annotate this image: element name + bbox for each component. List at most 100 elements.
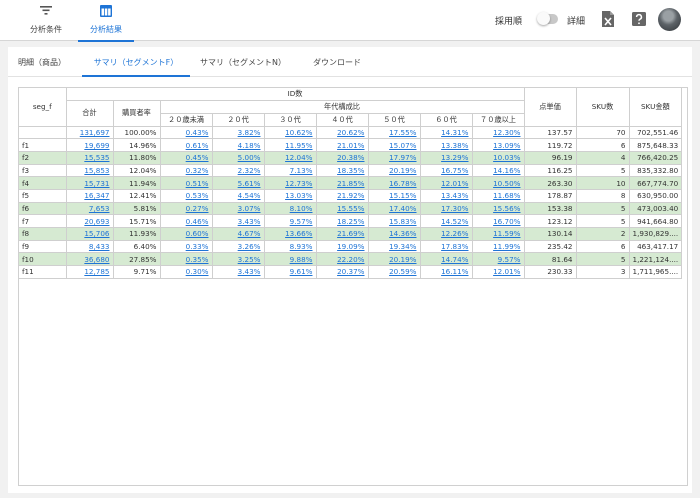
tab-analysis-conditions[interactable]: 分析条件: [18, 0, 74, 41]
cell-age-share-link[interactable]: 19.34%: [389, 242, 416, 251]
header-age-4[interactable]: ５０代: [367, 112, 421, 127]
cell-age-share-link[interactable]: 16.75%: [441, 166, 468, 175]
cell-age-share-link[interactable]: 0.32%: [186, 166, 209, 175]
cell-total-link[interactable]: 7,653: [89, 204, 110, 213]
cell-age-share-link[interactable]: 16.11%: [441, 267, 468, 276]
header-total[interactable]: 合計: [66, 100, 114, 127]
cell-age-share-link[interactable]: 17.30%: [441, 204, 468, 213]
cell-age-share-link[interactable]: 0.60%: [186, 229, 209, 238]
cell-age-share-link[interactable]: 13.09%: [493, 141, 520, 150]
cell-age-share-link[interactable]: 19.09%: [337, 242, 364, 251]
cell-age-share-link[interactable]: 15.56%: [493, 204, 520, 213]
cell-total-link[interactable]: 15,853: [84, 166, 109, 175]
cell-age-share-link[interactable]: 3.25%: [238, 255, 261, 264]
cell-age-share-link[interactable]: 10.62%: [285, 128, 312, 137]
cell-age-share-link[interactable]: 0.53%: [186, 191, 209, 200]
cell-age-share-link[interactable]: 5.61%: [238, 179, 261, 188]
cell-total-link[interactable]: 15,706: [84, 229, 109, 238]
cell-age-share-link[interactable]: 14.74%: [441, 255, 468, 264]
cell-age-share-link[interactable]: 12.01%: [441, 179, 468, 188]
cell-age-share-link[interactable]: 21.69%: [337, 229, 364, 238]
cell-age-share-link[interactable]: 16.70%: [493, 217, 520, 226]
cell-age-share-link[interactable]: 12.30%: [493, 128, 520, 137]
cell-age-share-link[interactable]: 0.33%: [186, 242, 209, 251]
cell-age-share-link[interactable]: 3.07%: [238, 204, 261, 213]
subtab-download[interactable]: ダウンロード: [300, 47, 374, 77]
cell-age-share-link[interactable]: 8.93%: [290, 242, 313, 251]
cell-age-share-link[interactable]: 12.04%: [285, 153, 312, 162]
cell-total-link[interactable]: 12,785: [84, 267, 109, 276]
cell-age-share-link[interactable]: 10.03%: [493, 153, 520, 162]
cell-age-share-link[interactable]: 9.57%: [290, 217, 313, 226]
cell-age-share-link[interactable]: 3.26%: [238, 242, 261, 251]
cell-age-share-link[interactable]: 20.37%: [337, 267, 364, 276]
user-avatar[interactable]: [658, 8, 681, 31]
help-icon[interactable]: [631, 10, 647, 28]
cell-age-share-link[interactable]: 14.31%: [441, 128, 468, 137]
cell-age-share-link[interactable]: 4.54%: [238, 191, 261, 200]
cell-age-share-link[interactable]: 15.15%: [389, 191, 416, 200]
cell-age-share-link[interactable]: 0.61%: [186, 141, 209, 150]
header-sku-count[interactable]: SKU数: [575, 88, 630, 127]
cell-age-share-link[interactable]: 11.99%: [493, 242, 520, 251]
cell-age-share-link[interactable]: 9.57%: [498, 255, 521, 264]
cell-age-share-link[interactable]: 12.01%: [493, 267, 520, 276]
cell-age-share-link[interactable]: 4.18%: [238, 141, 261, 150]
cell-age-share-link[interactable]: 2.32%: [238, 166, 261, 175]
cell-total-link[interactable]: 36,680: [84, 255, 109, 264]
cell-age-share-link[interactable]: 9.61%: [290, 267, 313, 276]
cell-age-share-link[interactable]: 20.38%: [337, 153, 364, 162]
cell-age-share-link[interactable]: 21.92%: [337, 191, 364, 200]
cell-total-link[interactable]: 15,535: [84, 153, 109, 162]
header-age-1[interactable]: ２０代: [211, 112, 265, 127]
cell-age-share-link[interactable]: 0.46%: [186, 217, 209, 226]
cell-age-share-link[interactable]: 0.27%: [186, 204, 209, 213]
header-age-0[interactable]: ２０歳未満: [160, 112, 213, 127]
cell-age-share-link[interactable]: 4.67%: [238, 229, 261, 238]
summary-table-container[interactable]: seg_f ID数 点単価 SKU数 SKU金額 合計 購買者率 年代構成比 ２…: [18, 87, 688, 486]
cell-age-share-link[interactable]: 22.20%: [337, 255, 364, 264]
cell-age-share-link[interactable]: 9.88%: [290, 255, 313, 264]
cell-age-share-link[interactable]: 0.45%: [186, 153, 209, 162]
cell-age-share-link[interactable]: 17.97%: [389, 153, 416, 162]
header-age-5[interactable]: ６０代: [419, 112, 473, 127]
cell-age-share-link[interactable]: 0.30%: [186, 267, 209, 276]
subtab-summary-segment-f[interactable]: サマリ（セグメントF）: [82, 47, 190, 77]
cell-age-share-link[interactable]: 21.85%: [337, 179, 364, 188]
header-unit-price[interactable]: 点単価: [523, 88, 577, 127]
cell-total-link[interactable]: 15,731: [84, 179, 109, 188]
cell-age-share-link[interactable]: 0.43%: [186, 128, 209, 137]
cell-age-share-link[interactable]: 14.36%: [389, 229, 416, 238]
cell-age-share-link[interactable]: 5.00%: [238, 153, 261, 162]
cell-total-link[interactable]: 20,693: [84, 217, 109, 226]
header-seg-f[interactable]: seg_f: [19, 88, 67, 127]
cell-age-share-link[interactable]: 18.35%: [337, 166, 364, 175]
excel-export-icon[interactable]: [600, 10, 616, 28]
header-age-6[interactable]: ７０歳以上: [471, 112, 525, 127]
header-purchase-rate[interactable]: 購買者率: [112, 100, 161, 127]
header-age-2[interactable]: ３０代: [263, 112, 317, 127]
cell-age-share-link[interactable]: 3.43%: [238, 267, 261, 276]
cell-age-share-link[interactable]: 8.10%: [290, 204, 313, 213]
cell-age-share-link[interactable]: 13.03%: [285, 191, 312, 200]
cell-age-share-link[interactable]: 18.25%: [337, 217, 364, 226]
cell-age-share-link[interactable]: 3.82%: [238, 128, 261, 137]
cell-age-share-link[interactable]: 15.55%: [337, 204, 364, 213]
header-age-3[interactable]: ４０代: [315, 112, 369, 127]
subtab-detail-products[interactable]: 明細（商品）: [8, 47, 76, 77]
cell-age-share-link[interactable]: 21.01%: [337, 141, 364, 150]
cell-age-share-link[interactable]: 11.95%: [285, 141, 312, 150]
cell-total-link[interactable]: 19,699: [84, 141, 109, 150]
cell-age-share-link[interactable]: 17.83%: [441, 242, 468, 251]
cell-age-share-link[interactable]: 15.83%: [389, 217, 416, 226]
cell-total-link[interactable]: 8,433: [89, 242, 110, 251]
cell-age-share-link[interactable]: 11.59%: [493, 229, 520, 238]
cell-total-link[interactable]: 16,347: [84, 191, 109, 200]
tab-analysis-results[interactable]: 分析結果: [78, 0, 134, 42]
cell-age-share-link[interactable]: 3.43%: [238, 217, 261, 226]
cell-age-share-link[interactable]: 17.55%: [389, 128, 416, 137]
cell-age-share-link[interactable]: 13.38%: [441, 141, 468, 150]
cell-total-link[interactable]: 131,697: [80, 128, 110, 137]
cell-age-share-link[interactable]: 20.62%: [337, 128, 364, 137]
cell-age-share-link[interactable]: 12.73%: [285, 179, 312, 188]
